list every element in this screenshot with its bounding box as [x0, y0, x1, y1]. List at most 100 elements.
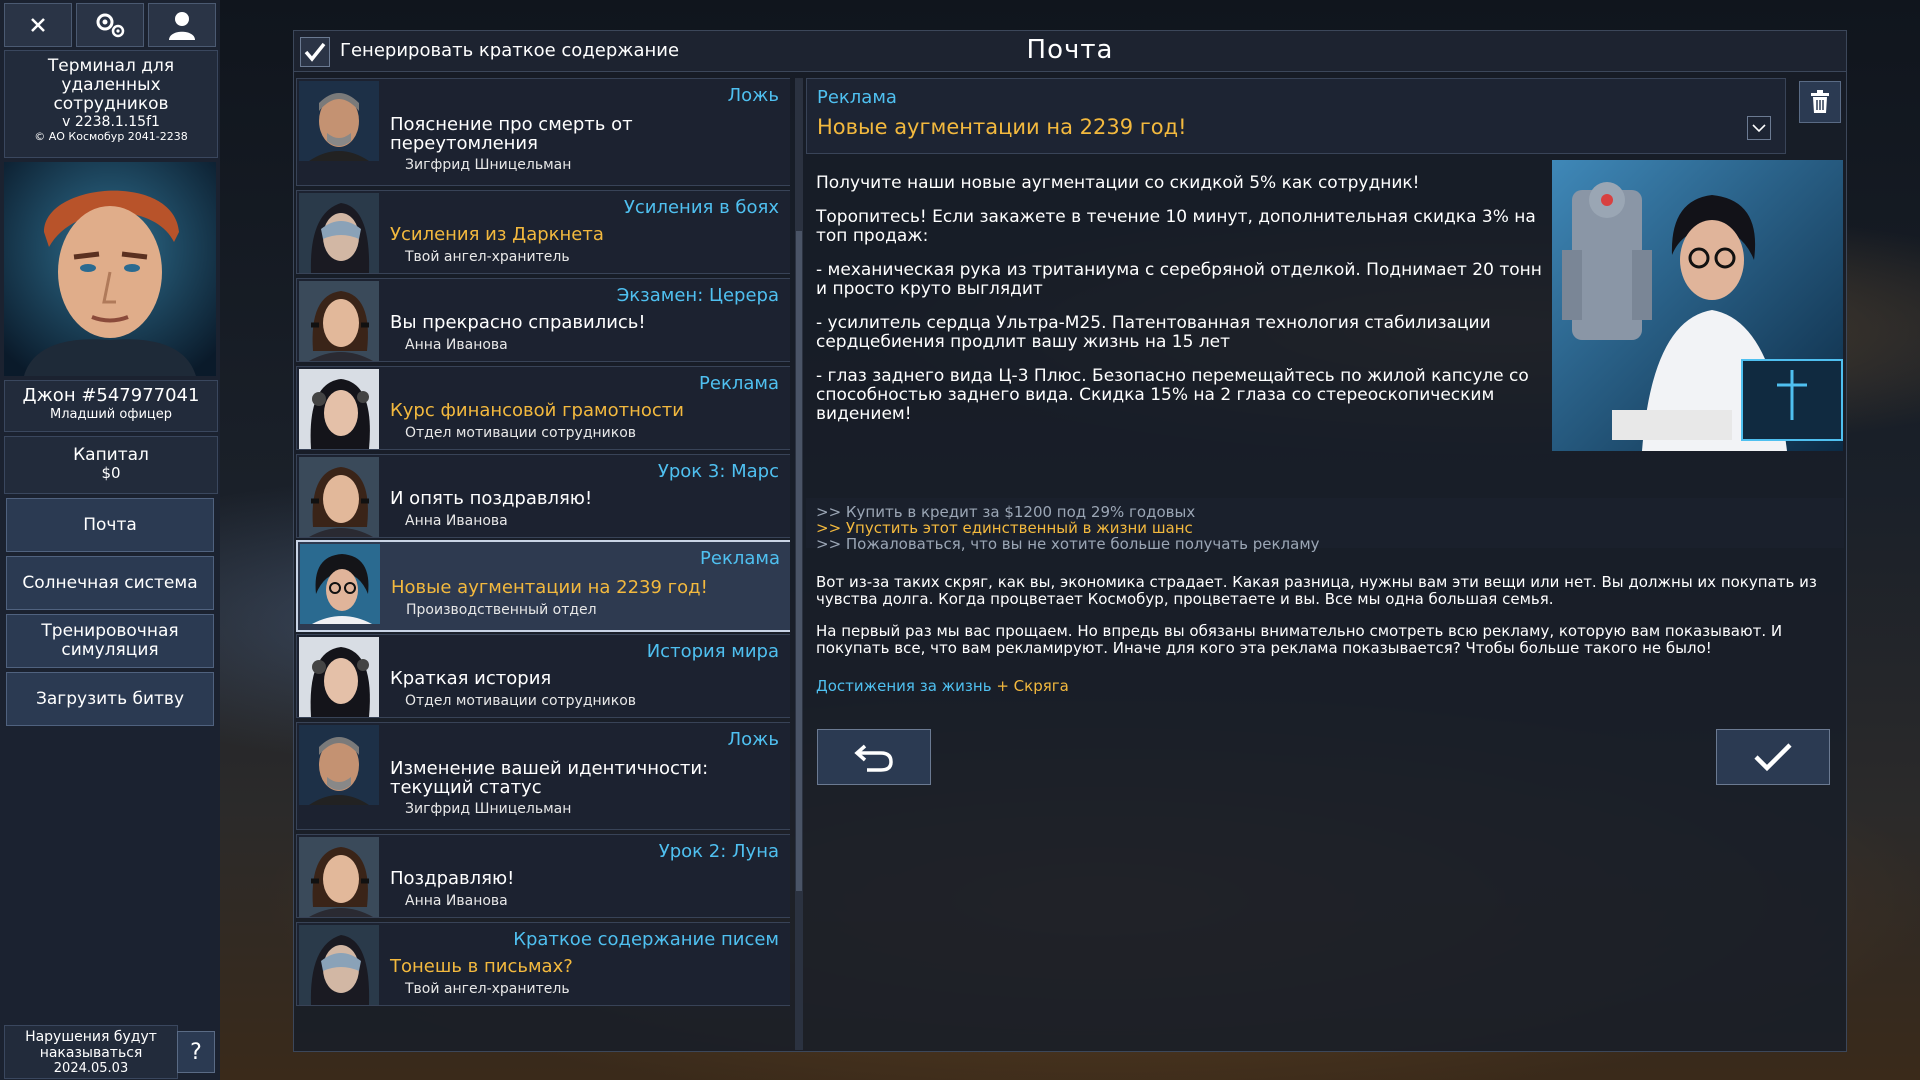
back-button[interactable] [817, 729, 931, 785]
mail-category: Краткое содержание писем [513, 929, 779, 950]
achievement-value: + Скряга [996, 677, 1069, 695]
terminal-info: Терминал для удаленных сотрудников v 223… [4, 50, 218, 158]
body-paragraph: Торопитесь! Если закажете в течение 10 м… [816, 207, 1536, 246]
body-paragraph: - механическая рука из тританиума с сере… [816, 260, 1542, 299]
mail-sender: Зигфрид Шницельман [405, 801, 572, 817]
user-icon [169, 12, 195, 40]
mail-subject: Изменение вашей идентичности: текущий ст… [390, 758, 709, 798]
sender-avatar [299, 457, 379, 537]
nav-load-battle-button[interactable]: Загрузить битву [6, 672, 214, 726]
reader-subject: Новые аугментации на 2239 год! [817, 115, 1187, 139]
sender-avatar [300, 544, 380, 624]
mail-reader: Реклама Новые аугментации на 2239 год! П… [806, 78, 1844, 1050]
mail-subject: Усиления из Даркнета [390, 224, 604, 245]
mail-category: Усиления в боях [623, 197, 779, 218]
mail-subject: Курс финансовой грамотности [390, 400, 684, 421]
body-paragraph: - усилитель сердца Ультра-М25. Патентова… [816, 313, 1491, 352]
gears-icon [96, 13, 125, 38]
mail-body: Получите наши новые аугментации со скидк… [816, 174, 1544, 439]
mail-category: Ложь [727, 729, 779, 750]
capital-info: Капитал $0 [4, 436, 218, 494]
mail-category: Реклама [700, 548, 780, 569]
mail-item-selected[interactable]: Реклама Новые аугментации на 2239 год! П… [296, 540, 790, 632]
body-paragraph: - глаз заднего вида Ц-3 Плюс. Безопасно … [816, 366, 1529, 424]
sender-avatar [299, 637, 379, 717]
sender-avatar [299, 81, 379, 161]
mail-sender: Отдел мотивации сотрудников [405, 425, 637, 441]
body-paragraph: Получите наши новые аугментации со скидк… [816, 173, 1420, 193]
mail-subject: Поздравляю! [390, 868, 515, 889]
confirm-button[interactable] [1716, 729, 1830, 785]
checkmark-icon [1754, 743, 1792, 772]
capital-value: $0 [101, 464, 121, 482]
mail-list-scroll-thumb[interactable] [796, 231, 802, 891]
violations-notice: Нарушения будут наказываться 2024.05.03 [4, 1025, 178, 1079]
mail-item[interactable]: Краткое содержание писем Тонешь в письма… [296, 922, 790, 1006]
trash-icon [1811, 90, 1829, 113]
mail-item[interactable]: Урок 3: Марс И опять поздравляю! Анна Ив… [296, 454, 790, 538]
reader-subject-box: Реклама Новые аугментации на 2239 год! [806, 78, 1786, 154]
sender-avatar [299, 837, 379, 917]
mail-subject: Тонешь в письмах? [390, 956, 573, 977]
mail-sender: Твой ангел-хранитель [405, 249, 570, 265]
delete-mail-button[interactable] [1799, 81, 1841, 123]
mail-illustration [1552, 160, 1843, 451]
mail-item[interactable]: История мира Краткая история Отдел мотив… [296, 634, 790, 718]
mail-sender: Анна Иванова [405, 337, 508, 353]
expand-dropdown-button[interactable] [1747, 116, 1771, 140]
chevron-down-icon [1752, 124, 1766, 133]
mail-subject: Пояснение про смерть от переутомления [390, 114, 633, 154]
mail-category: Реклама [699, 373, 779, 394]
mail-subject: И опять поздравляю! [390, 488, 593, 509]
achievement-label: Достижения за жизнь [816, 677, 992, 695]
nav-mail-button[interactable]: Почта [6, 498, 214, 552]
mail-category: Экзамен: Церера [616, 285, 779, 306]
reply-options: >> Купить в кредит за $1200 под 29% годо… [806, 498, 1844, 553]
capital-label: Капитал [73, 445, 149, 465]
sender-avatar [299, 281, 379, 361]
mail-category: Урок 3: Марс [657, 461, 779, 482]
response-paragraph: На первый раз мы вас прощаем. Но впредь … [816, 622, 1783, 657]
mail-sender: Отдел мотивации сотрудников [405, 693, 637, 709]
mail-sender: Производственный отдел [406, 602, 597, 618]
terminal-version: v 2238.1.15f1 [62, 114, 160, 130]
user-info: Джон #547977041 Младший офицер [4, 380, 218, 432]
settings-button[interactable] [76, 3, 144, 47]
profile-button[interactable] [148, 3, 216, 47]
user-rank: Младший офицер [49, 407, 173, 422]
undo-arrow-icon [854, 744, 893, 772]
terminal-copyright: © АО Космобур 2041-2238 [34, 130, 188, 143]
mail-sender: Анна Иванова [405, 513, 508, 529]
user-name: Джон #547977041 [22, 385, 200, 406]
current-date: 2024.05.03 [53, 1061, 129, 1076]
mail-subject: Новые аугментации на 2239 год! [391, 577, 708, 598]
mail-window: Генерировать краткое содержание Почта Ло… [293, 30, 1847, 1052]
mail-item[interactable]: Ложь Изменение вашей идентичности: текущ… [296, 722, 790, 830]
mail-item[interactable]: Урок 2: Луна Поздравляю! Анна Иванова [296, 834, 790, 918]
terminal-title: Терминал для удаленных сотрудников [47, 56, 175, 114]
mail-item[interactable]: Экзамен: Церера Вы прекрасно справились!… [296, 278, 790, 362]
window-title: Почта [1026, 35, 1114, 65]
close-button[interactable] [4, 3, 72, 47]
achievement-line: Достижения за жизнь + Скряга [816, 677, 1069, 695]
user-avatar [4, 162, 216, 376]
mail-item[interactable]: Усиления в боях Усиления из Даркнета Тво… [296, 190, 790, 274]
help-button[interactable]: ? [177, 1031, 215, 1073]
reply-response: Вот из-за таких скряг, как вы, экономика… [816, 574, 1836, 672]
mail-subject: Вы прекрасно справились! [390, 312, 646, 333]
sidebar: Терминал для удаленных сотрудников v 223… [0, 0, 220, 1080]
mail-category: Ложь [727, 85, 779, 106]
mail-item[interactable]: Реклама Курс финансовой грамотности Отде… [296, 366, 790, 450]
response-paragraph: Вот из-за таких скряг, как вы, экономика… [816, 573, 1817, 608]
nav-solar-system-button[interactable]: Солнечная система [6, 556, 214, 610]
violations-text: Нарушения будут наказываться [25, 1029, 157, 1061]
nav-training-simulation-button[interactable]: Тренировочная симуляция [6, 614, 214, 668]
option-complain[interactable]: >> Пожаловаться, что вы не хотите больше… [816, 535, 1320, 553]
mail-subject: Краткая история [390, 668, 552, 689]
sender-avatar [299, 725, 379, 805]
sender-avatar [299, 193, 379, 273]
sender-avatar [299, 369, 379, 449]
mail-category: Урок 2: Луна [658, 841, 779, 862]
mail-category: История мира [646, 641, 779, 662]
mail-item[interactable]: Ложь Пояснение про смерть от переутомлен… [296, 78, 790, 186]
